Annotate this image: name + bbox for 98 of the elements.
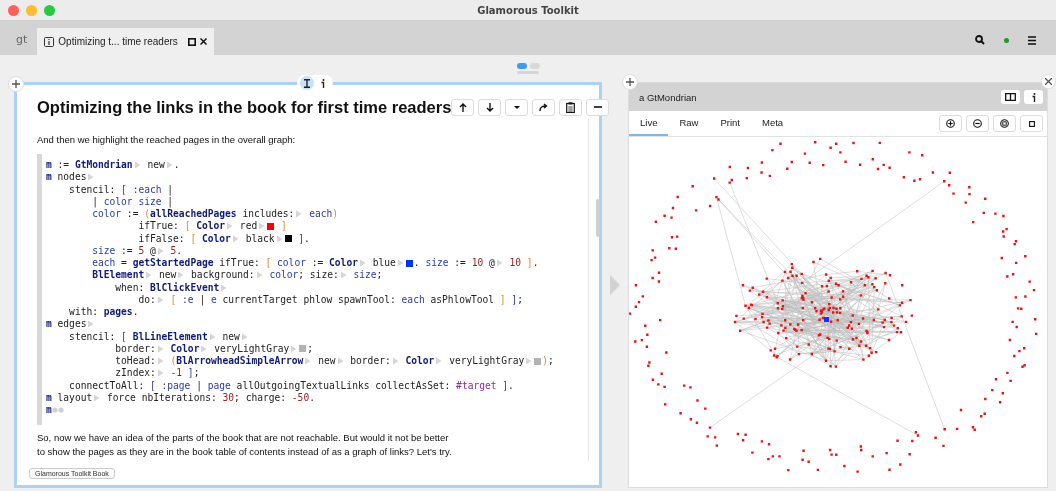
expand-triangle-icon[interactable] xyxy=(396,259,404,268)
info-icon xyxy=(1031,92,1036,102)
expand-triangle-icon[interactable] xyxy=(133,161,141,170)
add-button[interactable] xyxy=(622,74,638,90)
expand-triangle-icon[interactable] xyxy=(240,332,248,341)
code-line: stencil: [ BlLineElement new xyxy=(46,330,570,343)
code-line: border: Color veryLightGray ; xyxy=(114,342,315,355)
code-line: m nodes xyxy=(46,171,570,184)
expand-triangle-icon[interactable] xyxy=(391,357,399,366)
caret-icon xyxy=(512,104,521,110)
minus-icon xyxy=(593,106,602,108)
inspector-title: a GtMondrian xyxy=(639,91,697,103)
curved-arrow-icon xyxy=(539,103,549,111)
maximize-button[interactable] xyxy=(1020,115,1043,132)
code-line: m edges xyxy=(46,318,570,331)
close-icon xyxy=(1045,78,1052,85)
code-line: m := GtMondrian new . xyxy=(46,159,181,172)
clipboard-button[interactable] xyxy=(559,98,583,116)
share-button[interactable] xyxy=(532,98,556,116)
status-dot-icon xyxy=(1004,37,1009,43)
info-icon xyxy=(321,78,325,88)
expand-triangle-icon[interactable] xyxy=(156,246,164,255)
expand-triangle-icon[interactable] xyxy=(339,271,347,280)
move-up-button[interactable] xyxy=(451,98,475,116)
book-icon xyxy=(1005,93,1016,101)
code-line: stencil: [ :each | xyxy=(68,183,175,196)
expand-triangle-icon[interactable] xyxy=(435,357,443,366)
expand-triangle-icon[interactable] xyxy=(255,271,263,280)
code-line: each = getStartedPage ifTrue: [ color := Color blue . size := 10 @ 10 ]. xyxy=(91,257,540,270)
paragraph: And then we highlight the reached pages in the overall graph: xyxy=(37,133,297,147)
book-button[interactable] xyxy=(1001,90,1020,104)
clipboard-icon xyxy=(566,101,576,113)
code-line: color := (allReachedPages includes: each) xyxy=(91,208,340,221)
arrow-up-icon xyxy=(458,102,467,112)
minimize-window-button[interactable] xyxy=(26,4,37,16)
expand-triangle-icon[interactable] xyxy=(87,173,95,182)
expand-triangle-icon[interactable] xyxy=(220,283,228,292)
info-icon xyxy=(44,36,55,47)
plus-icon xyxy=(626,78,634,86)
code-line: | color size | xyxy=(91,195,175,208)
scrollbar[interactable] xyxy=(596,199,600,237)
expand-triangle-icon[interactable] xyxy=(336,357,344,366)
code-line: when: BlClickEvent xyxy=(46,281,570,294)
target-icon xyxy=(1000,119,1009,128)
code-line: zIndex: -1 ]; xyxy=(114,367,201,380)
expand-triangle-icon[interactable] xyxy=(165,161,173,170)
expand-triangle-icon[interactable] xyxy=(525,357,533,366)
expand-triangle-icon[interactable] xyxy=(156,295,164,304)
expand-triangle-icon[interactable] xyxy=(87,320,95,329)
code-line: toHead: (BlArrowheadSimpleArrow new border: Color veryLightGray ); xyxy=(114,355,555,368)
page-title: Optimizing the links in the book for first time readers xyxy=(37,97,452,117)
dropdown-button[interactable] xyxy=(505,98,529,116)
zoom-in-icon xyxy=(946,119,955,128)
plus-icon xyxy=(12,80,20,88)
view-tab[interactable]: Raw xyxy=(668,111,710,136)
expand-triangle-icon[interactable] xyxy=(358,259,366,268)
move-down-button[interactable] xyxy=(478,98,502,116)
expand-triangle-icon[interactable] xyxy=(495,259,503,268)
edit-mode-button[interactable] xyxy=(300,76,314,90)
code-line: connectToAll: [ :page | page allOutgoingTextualLinks collectAsSet: #target ]. xyxy=(68,379,515,392)
code-line: BlElement new background: color; size: size; xyxy=(91,269,384,282)
view-tab[interactable]: Print xyxy=(709,111,751,136)
view-tab[interactable]: Live xyxy=(629,111,669,136)
close-window-button[interactable] xyxy=(8,4,19,16)
view-tab[interactable]: Meta xyxy=(751,111,795,136)
close-icon[interactable] xyxy=(199,38,207,45)
more-icon[interactable] xyxy=(51,407,64,414)
menu-icon[interactable] xyxy=(1028,35,1036,45)
arrow-down-icon xyxy=(485,102,494,112)
add-button[interactable] xyxy=(8,76,24,92)
collapse-button[interactable] xyxy=(586,98,610,116)
window-title: Glamorous Toolkit xyxy=(477,4,579,16)
expand-triangle-icon[interactable] xyxy=(295,210,303,219)
page-indicator[interactable] xyxy=(516,63,527,69)
code-line: ifTrue: [ Color red ] xyxy=(137,220,288,233)
logo[interactable]: gt xyxy=(6,33,38,55)
fit-button[interactable] xyxy=(993,115,1016,132)
code-line: size := 5 @ 5. xyxy=(91,244,184,257)
close-button[interactable] xyxy=(1041,74,1056,89)
zoom-in-button[interactable] xyxy=(939,115,962,132)
code-line: ifFalse: [ Color black ]. xyxy=(137,232,311,245)
info-button[interactable] xyxy=(1024,90,1043,104)
code-line: do: [ :e | e currentTarget phlow spawnTool: each asPhlowTool ] ]; xyxy=(137,293,524,306)
expand-triangle-icon[interactable] xyxy=(177,271,185,280)
tab[interactable]: Optimizing t... time readers xyxy=(37,28,214,55)
expand-triangle-icon[interactable] xyxy=(145,271,153,280)
search-icon[interactable] xyxy=(975,35,985,45)
paragraph: So, now we have an idea of the parts of the book that are not reachable. But would it not be better to show the pages as they are in the book table of contents instead of as a graph of links? Let's try. xyxy=(37,431,453,460)
expand-arrow-icon[interactable] xyxy=(610,275,620,295)
text-cursor-icon xyxy=(304,78,310,88)
code-line: with: pages. xyxy=(68,306,140,319)
code-line: m xyxy=(46,404,570,417)
zoom-out-button[interactable] xyxy=(966,115,989,132)
expand-triangle-icon[interactable] xyxy=(93,393,101,402)
code-line: m layout force nbIterations: 30; charge: -50. xyxy=(46,391,316,404)
maximize-icon[interactable] xyxy=(187,37,196,46)
zoom-out-icon xyxy=(973,119,982,128)
zoom-window-button[interactable] xyxy=(44,4,55,16)
